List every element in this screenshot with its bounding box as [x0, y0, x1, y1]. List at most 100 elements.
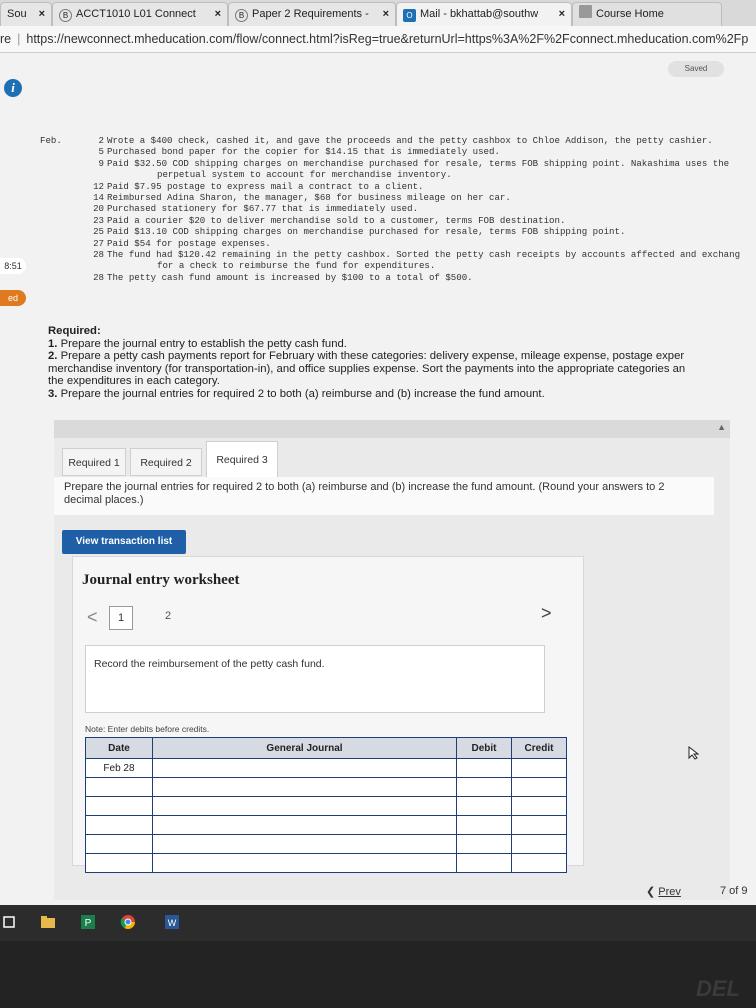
- address-bar[interactable]: re | https://newconnect.mheducation.com/fl…: [0, 26, 756, 53]
- account-cell[interactable]: [152, 777, 457, 797]
- tab-paper-requirements[interactable]: B Paper 2 Requirements - ×: [228, 2, 396, 26]
- credit-cell[interactable]: [511, 853, 567, 873]
- tab-sou[interactable]: Sou ×: [0, 2, 52, 26]
- table-row: [85, 796, 567, 816]
- page-2-button[interactable]: 2: [165, 610, 171, 622]
- close-icon[interactable]: ×: [383, 3, 389, 25]
- publisher-icon[interactable]: P: [80, 914, 96, 930]
- transaction-line: 25 Paid $13.10 COD shipping charges on me…: [93, 226, 626, 238]
- date-cell[interactable]: [85, 853, 153, 873]
- answer-panel: ▲ Required 1 Required 2 Required 3 Prepa…: [54, 420, 730, 900]
- column-debit: Debit: [456, 737, 512, 759]
- transaction-line: 12 Paid $7.95 postage to express mail a c…: [93, 180, 424, 192]
- required-section: Required: 1. Prepare the journal entry t…: [48, 325, 756, 401]
- transaction-line: 27 Paid $54 for postage expenses.: [93, 237, 271, 249]
- credit-cell[interactable]: [511, 758, 567, 778]
- table-row: [85, 834, 567, 854]
- page-icon: [579, 5, 592, 18]
- transaction-line: 23 Paid a courier $20 to deliver merchand…: [93, 214, 566, 226]
- view-transaction-list-button[interactable]: View transaction list: [62, 530, 186, 554]
- tab-course-home[interactable]: Course Home: [572, 2, 722, 26]
- tab-acct-connect[interactable]: B ACCT1010 L01 Connect ×: [52, 2, 228, 26]
- svg-text:W: W: [168, 918, 177, 928]
- debit-cell[interactable]: [456, 815, 512, 835]
- required-item: 1. Prepare the journal entry to establis…: [48, 337, 347, 350]
- tab-label: Course Home: [596, 8, 664, 20]
- credit-cell[interactable]: [511, 834, 567, 854]
- table-row: Feb 28: [85, 758, 567, 778]
- date-cell[interactable]: [85, 796, 153, 816]
- tab-mail[interactable]: O Mail - bkhattab@southw ×: [396, 2, 572, 26]
- problem-transactions: Feb. 2 Wrote a $400 check, cashed it, and…: [40, 135, 756, 283]
- debit-cell[interactable]: [456, 834, 512, 854]
- transaction-line: 5 Purchased bond paper for the copier for…: [98, 146, 500, 158]
- prev-button[interactable]: ❮ Prev: [646, 885, 681, 898]
- account-cell[interactable]: [152, 758, 457, 778]
- transaction-line: 28 The fund had $120.42 remaining in the …: [93, 249, 741, 272]
- account-cell[interactable]: [152, 834, 457, 854]
- tab-required-3[interactable]: Required 3: [206, 441, 278, 478]
- saved-status: Saved: [668, 61, 724, 77]
- required-heading: Required:: [48, 325, 101, 337]
- debit-cell[interactable]: [456, 796, 512, 816]
- debit-cell[interactable]: [456, 777, 512, 797]
- column-credit: Credit: [511, 737, 567, 759]
- close-icon[interactable]: ×: [39, 3, 45, 25]
- debit-credit-note: Note: Enter debits before credits.: [85, 724, 210, 734]
- column-general-journal: General Journal: [152, 737, 457, 759]
- chevron-right-icon[interactable]: >: [541, 603, 552, 624]
- url-text[interactable]: https://newconnect.mheducation.com/flow/…: [26, 32, 748, 46]
- mcgraw-icon: B: [59, 9, 72, 22]
- credit-cell[interactable]: [511, 796, 567, 816]
- date-cell[interactable]: [85, 815, 153, 835]
- taskbar: P W: [0, 905, 756, 941]
- page-content: i Saved 8:51 ed Feb. 2 Wrote a $400 check…: [0, 53, 756, 905]
- credit-cell[interactable]: [511, 815, 567, 835]
- word-icon[interactable]: W: [164, 914, 180, 930]
- file-explorer-icon[interactable]: [40, 914, 56, 930]
- mouse-cursor-icon: [688, 746, 700, 760]
- account-cell[interactable]: [152, 853, 457, 873]
- close-icon[interactable]: ×: [559, 3, 565, 25]
- transaction-line: 14 Reimbursed Adina Sharon, the manager, …: [93, 192, 511, 204]
- tab-label: Paper 2 Requirements -: [252, 8, 369, 20]
- account-cell[interactable]: [152, 815, 457, 835]
- required-item-cont: the expenditures in each category.: [48, 375, 220, 388]
- journal-table: Date General Journal Debit Credit Feb 28: [85, 737, 567, 873]
- record-instruction: Record the reimbursement of the petty ca…: [85, 645, 545, 713]
- credit-cell[interactable]: [511, 777, 567, 797]
- column-date: Date: [85, 737, 153, 759]
- info-icon[interactable]: i: [4, 79, 22, 97]
- timer-badge: 8:51: [0, 258, 26, 274]
- table-row: [85, 853, 567, 873]
- collapse-icon[interactable]: ▲: [717, 422, 726, 432]
- journal-entry-worksheet: Journal entry worksheet < 1 2 > Record t…: [72, 556, 584, 873]
- tab-required-1[interactable]: Required 1: [62, 448, 126, 476]
- debit-cell[interactable]: [456, 853, 512, 873]
- side-label-badge[interactable]: ed: [0, 290, 26, 306]
- mcgraw-icon: B: [235, 9, 248, 22]
- outlook-icon: O: [403, 9, 416, 22]
- instruction-text: Prepare the journal entries for required…: [54, 477, 714, 515]
- chrome-icon[interactable]: [120, 914, 136, 930]
- date-cell[interactable]: [85, 834, 153, 854]
- monitor-bezel: [0, 941, 756, 1008]
- transaction-line: 28 The petty cash fund amount is increase…: [93, 271, 473, 283]
- tab-required-2[interactable]: Required 2: [130, 448, 202, 476]
- worksheet-title: Journal entry worksheet: [82, 572, 240, 588]
- date-cell[interactable]: [85, 777, 153, 797]
- transaction-line: 20 Purchased stationery for $67.77 that i…: [93, 203, 419, 215]
- date-cell[interactable]: Feb 28: [85, 758, 153, 778]
- task-view-icon[interactable]: [2, 914, 18, 930]
- svg-text:P: P: [85, 918, 92, 929]
- close-icon[interactable]: ×: [215, 3, 221, 25]
- chevron-left-icon[interactable]: <: [87, 607, 98, 628]
- account-cell[interactable]: [152, 796, 457, 816]
- required-item-cont: merchandise inventory (for transportatio…: [48, 362, 686, 375]
- page-1-button[interactable]: 1: [109, 606, 133, 630]
- debit-cell[interactable]: [456, 758, 512, 778]
- table-row: [85, 815, 567, 835]
- transaction-line: 2 Wrote a $400 check, cashed it, and gave…: [98, 135, 713, 146]
- tab-label: Mail - bkhattab@southw: [420, 8, 539, 20]
- panel-header: ▲: [54, 420, 730, 438]
